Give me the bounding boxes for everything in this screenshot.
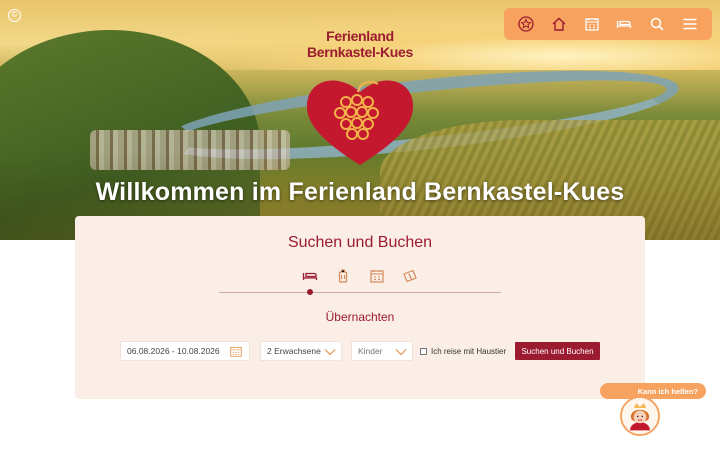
top-nav (504, 8, 712, 40)
active-tab-indicator (307, 289, 313, 295)
search-title: Suchen und Buchen (287, 234, 433, 251)
date-range-value: 06.08.2026 - 10.08.2026 (127, 346, 220, 356)
date-range-field[interactable]: 06.08.2026 - 10.08.2026 (120, 341, 250, 361)
search-submit-button[interactable]: Suchen und Buchen (515, 342, 600, 360)
adults-select[interactable]: 2 Erwachsene (260, 341, 342, 361)
help-chat-text: Kann ich helfen? (637, 386, 698, 396)
chevron-down-icon (395, 349, 407, 356)
bed-icon[interactable] (614, 14, 634, 34)
brand-logo[interactable]: Ferienland Bernkastel-Kues (300, 28, 420, 60)
chevron-down-icon (324, 349, 336, 356)
brand-line-2: Bernkastel-Kues (307, 44, 413, 60)
booking-tabs (300, 266, 420, 286)
tab-calendar-icon[interactable] (367, 266, 387, 286)
pet-label: Ich reise mit Haustier (431, 347, 507, 356)
tab-accommodation-bed-icon[interactable] (300, 266, 320, 286)
adults-value: 2 Erwachsene (267, 346, 321, 356)
hero-title: Willkommen im Ferienland Bernkastel-Kues (95, 178, 625, 206)
pet-checkbox[interactable]: Ich reise mit Haustier (420, 347, 506, 356)
tab-ticket-icon[interactable] (400, 266, 420, 286)
calendar-icon[interactable] (582, 14, 602, 34)
home-icon[interactable] (549, 14, 569, 34)
children-select[interactable]: Kinder (351, 341, 413, 361)
tab-divider (219, 292, 501, 293)
search-icon[interactable] (647, 14, 667, 34)
star-icon[interactable] (516, 14, 536, 34)
calendar-icon[interactable] (229, 345, 243, 358)
tab-luggage-icon[interactable] (333, 266, 353, 286)
menu-icon[interactable] (680, 14, 700, 34)
pet-checkbox-box[interactable] (420, 348, 427, 355)
copyright-icon[interactable]: © (8, 9, 21, 22)
help-chat-bubble[interactable]: Kann ich helfen? (600, 383, 706, 399)
active-tab-label: Übernachten (325, 310, 395, 324)
heart-grape-logo-icon (306, 80, 414, 165)
children-placeholder: Kinder (358, 346, 383, 356)
brand-line-1: Ferienland (326, 28, 394, 44)
help-avatar-icon[interactable] (620, 396, 660, 436)
search-panel: Suchen und Buchen Übernachten 06.08.2026… (75, 216, 645, 399)
